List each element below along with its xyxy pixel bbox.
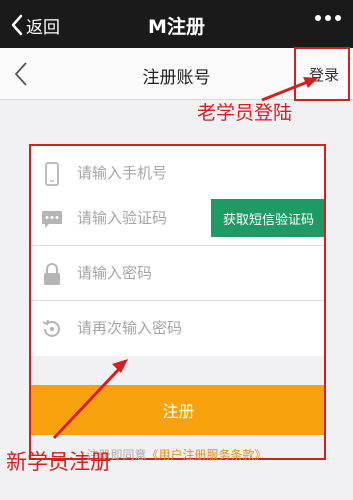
new-student-annotation: 新学员注册	[6, 450, 111, 474]
more-menu-icon[interactable]	[315, 15, 341, 21]
register-highlight-box	[29, 144, 326, 460]
app-title: M注册	[148, 16, 205, 38]
old-student-annotation: 老学员登陆	[197, 102, 293, 124]
login-link[interactable]: 登录	[309, 64, 339, 85]
app-bar: 返回 M注册	[0, 0, 353, 48]
terms-link[interactable]: 《用户注册服务条款》	[147, 448, 267, 462]
